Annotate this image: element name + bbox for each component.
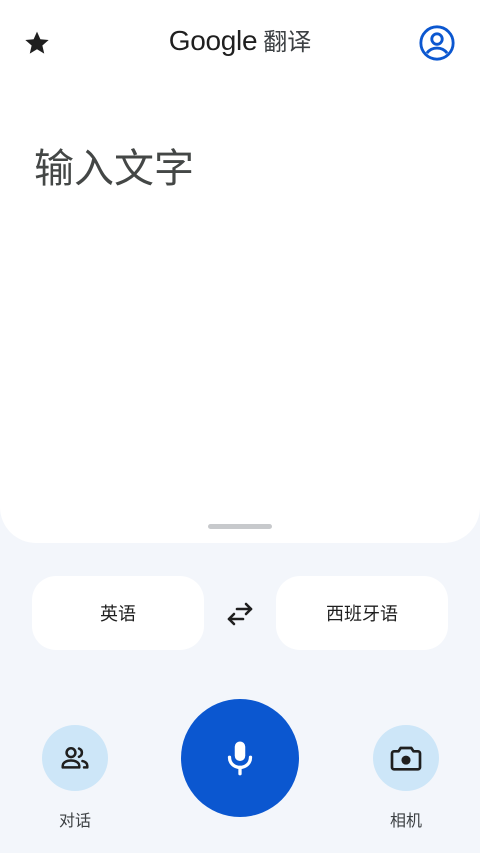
- conversation-label: 对话: [58, 811, 91, 830]
- camera-label: 相机: [389, 811, 422, 830]
- app-bar: Google 翻译: [0, 0, 480, 86]
- text-input[interactable]: 输入文字: [34, 136, 446, 196]
- product-name: 翻译: [263, 28, 312, 56]
- swap-languages-button[interactable]: [220, 596, 260, 632]
- camera-button[interactable]: [373, 725, 439, 791]
- app-title: Google 翻译: [0, 22, 480, 57]
- camera-icon: [390, 746, 422, 771]
- voice-input-button[interactable]: [181, 699, 299, 817]
- source-language-button[interactable]: 英语: [32, 576, 204, 650]
- people-icon: [61, 746, 89, 769]
- target-language-button[interactable]: 西班牙语: [276, 576, 448, 650]
- microphone-icon: [227, 741, 253, 776]
- swap-arrows-icon: [227, 602, 253, 626]
- drag-handle[interactable]: [208, 524, 272, 529]
- conversation-button[interactable]: [42, 725, 108, 791]
- translate-screen: Google 翻译 输入文字 英语 西班牙语 对话 相机: [0, 0, 480, 853]
- account-circle-icon: [419, 25, 455, 61]
- account-button[interactable]: [416, 22, 458, 64]
- brand-logo-text: Google: [168, 25, 258, 56]
- input-sheet: Google 翻译 输入文字: [0, 0, 480, 543]
